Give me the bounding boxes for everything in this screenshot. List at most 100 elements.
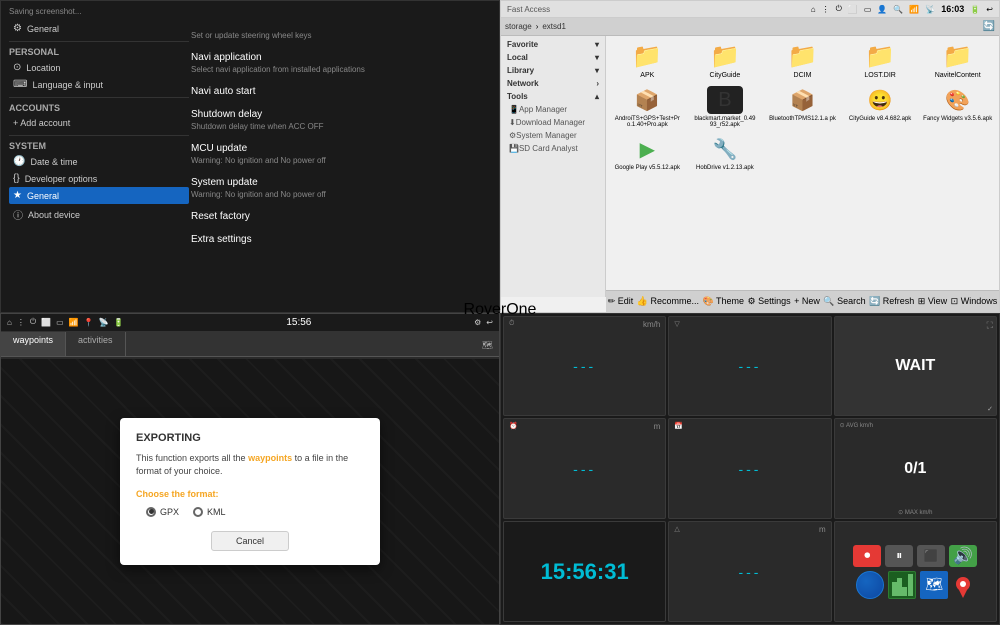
settings-navi-app: Navi application Select navi application… — [191, 52, 495, 74]
settings-about[interactable]: ⓘ About device — [9, 204, 189, 225]
dash-alt: ⏰ m --- — [503, 418, 666, 519]
sidebar-system-manager[interactable]: ⚙System Manager — [501, 129, 605, 142]
file-androits-apk[interactable]: 📦 AndroiTS+GPS+Test+Pr o.1.40+Pro.apk — [610, 84, 685, 130]
files-icon-screen[interactable]: ▭ — [864, 5, 872, 14]
record-button[interactable]: ⏺ — [853, 545, 881, 567]
pin-icon[interactable] — [952, 572, 974, 598]
alt-unit: m — [654, 422, 661, 431]
dialog-title: EXPORTING — [136, 432, 364, 444]
clock-icon: 🕐 — [13, 156, 25, 167]
nav-tab-icons: 🗺 — [476, 332, 499, 356]
format-kml-option[interactable]: KML — [193, 507, 226, 517]
format-kml-label: KML — [207, 507, 226, 517]
system-section-title: SYSTEM — [9, 141, 189, 151]
divider-personal — [9, 41, 189, 42]
file-navitel-folder[interactable]: 📁 NavitelContent — [920, 40, 995, 81]
settings-extra: Extra settings — [191, 234, 495, 245]
dash-wait: WAIT ⛶ ✓ — [834, 316, 997, 417]
nav-tabs: waypoints activities 🗺 — [1, 332, 499, 357]
files-icon-back[interactable]: ↩ — [986, 5, 993, 14]
sidebar-favorite[interactable]: Favorite ▾ — [501, 38, 605, 51]
sidebar-app-manager[interactable]: 📱App Manager — [501, 103, 605, 116]
keyboard-icon: ⌨ — [13, 79, 27, 90]
file-cityguide-folder[interactable]: 📁 CityGuide — [688, 40, 763, 81]
alt-icon-label: ⏰ — [509, 422, 518, 430]
chart-bar-3 — [902, 587, 907, 596]
settings-developer[interactable]: {} Developer options — [9, 170, 189, 187]
files-icon-copy[interactable]: ⬜ — [848, 5, 858, 14]
stop-button[interactable]: ⬛ — [917, 545, 945, 567]
dialog-body: This function exports all the waypoints … — [136, 452, 364, 479]
radio-kml-dot[interactable] — [193, 507, 203, 517]
breadcrumb-extsd[interactable]: extsd1 — [542, 22, 566, 31]
divider-system — [9, 135, 189, 136]
files-main-area: Favorite ▾ Local ▾ Library ▾ Network › T… — [501, 36, 999, 297]
file-hobdrive-apk[interactable]: 🔧 HobDrive v1.2.13.apk — [688, 133, 763, 173]
files-icon-signal[interactable]: 📶 — [909, 5, 919, 14]
file-fancy-apk[interactable]: 🎨 Fancy Widgets v3.5.6.apk — [920, 84, 995, 130]
dash-direction: 📅 --- — [668, 418, 831, 519]
breadcrumb-refresh-icon[interactable]: 🔄 — [983, 21, 995, 32]
volume-button[interactable]: 🔊 — [949, 545, 977, 567]
time-display: 15:56:31 — [541, 559, 629, 585]
panel-dashboard: ⏱ km/h --- ▽ --- WAIT ⛶ ✓ ⏰ m --- 📅 --- … — [500, 313, 1000, 625]
tab-activities[interactable]: activities — [66, 332, 126, 356]
speed-value: --- — [573, 358, 596, 374]
avg-label: ⊙ AVG km/h — [840, 422, 873, 429]
settings-add-account[interactable]: + Add account — [9, 115, 189, 131]
max-label: ⊙ MAX km/h — [898, 509, 932, 516]
chevron-right-icon: › — [596, 79, 599, 88]
dash-time: 15:56:31 — [503, 521, 666, 622]
files-icon-menu[interactable]: ⋮ — [822, 5, 830, 14]
file-bluetooth-apk[interactable]: 📦 BluetoothTPMS12.1.a pk — [765, 84, 840, 130]
files-top-bar: Fast Access ⌂ ⋮ ⏻ ⬜ ▭ 👤 🔍 📶 📡 16:03 🔋 ↩ — [501, 1, 999, 18]
tab-waypoints[interactable]: waypoints — [1, 332, 66, 356]
settings-datetime[interactable]: 🕐 Date & time — [9, 153, 189, 170]
format-gpx-option[interactable]: GPX — [146, 507, 179, 517]
globe-icon[interactable] — [856, 571, 884, 599]
apk-icon: 🔧 — [707, 135, 743, 163]
triangle-icon: △ — [674, 525, 679, 533]
dash-speed: ⏱ km/h --- — [503, 316, 666, 417]
dash-score: ⊙ AVG km/h 0/1 ⊙ MAX km/h — [834, 418, 997, 519]
sidebar-local[interactable]: Local ▾ — [501, 51, 605, 64]
star-icon: ★ — [13, 190, 22, 201]
sidebar-sd-analyst[interactable]: 💾SD Card Analyst — [501, 142, 605, 155]
file-lostdir-folder[interactable]: 📁 LOST.DIR — [843, 40, 918, 81]
settings-navi-auto: Navi auto start — [191, 86, 495, 97]
sidebar-library[interactable]: Library ▾ — [501, 64, 605, 77]
direction-icon-label: 📅 — [674, 422, 683, 430]
sidebar-download-manager[interactable]: ⬇Download Manager — [501, 116, 605, 129]
settings-general-active[interactable]: ★ General — [9, 187, 189, 204]
file-cityguide-apk[interactable]: 😀 CityGuide v8.4.682.apk — [843, 84, 918, 130]
sidebar-tools[interactable]: Tools ▴ — [501, 90, 605, 103]
settings-gear-item[interactable]: ⚙ General — [9, 20, 189, 37]
radio-gpx-dot[interactable] — [146, 507, 156, 517]
file-blackmart-apk[interactable]: B blackmart.market_0.49 93_r52.apk — [688, 84, 763, 130]
file-dcim-folder[interactable]: 📁 DCIM — [765, 40, 840, 81]
panel-nav: ⌂ ⋮ ⏻ ⬜ ▭ 📶 📍 📡 🔋 15:56 ⚙ ↩ waypoints ac… — [0, 313, 500, 625]
file-apk-folder[interactable]: 📁 APK — [610, 40, 685, 81]
settings-language[interactable]: ⌨ Language & input — [9, 76, 189, 93]
files-icon-wifi: 📡 — [925, 5, 935, 14]
files-icon-search[interactable]: 🔍 — [893, 5, 903, 14]
settings-reset: Reset factory — [191, 211, 495, 222]
files-icon-people[interactable]: 👤 — [877, 5, 887, 14]
chart-icon[interactable] — [888, 571, 916, 599]
folder-icon: 📁 — [862, 42, 898, 70]
file-gplay-apk[interactable]: ▶ Google Play v5.5.12.apk — [610, 133, 685, 173]
brand-logo: RoverOne — [464, 301, 537, 319]
settings-location[interactable]: ⊙ Location — [9, 59, 189, 76]
files-icon-home[interactable]: ⌂ — [811, 5, 816, 14]
map-icon[interactable]: 🗺 — [920, 571, 948, 599]
nav-map-icon[interactable]: 🗺 — [482, 340, 493, 350]
pause-button[interactable]: ⏸ — [885, 545, 913, 567]
panel-files: Fast Access ⌂ ⋮ ⏻ ⬜ ▭ 👤 🔍 📶 📡 16:03 🔋 ↩ … — [500, 0, 1000, 313]
dash-controls: ⏺ ⏸ ⬛ 🔊 🗺 — [834, 521, 997, 622]
triangle-value: --- — [738, 564, 761, 580]
cancel-button[interactable]: Cancel — [211, 531, 289, 551]
breadcrumb-storage[interactable]: storage — [505, 22, 532, 31]
files-icon-power[interactable]: ⏻ — [836, 4, 842, 14]
files-sidebar: Favorite ▾ Local ▾ Library ▾ Network › T… — [501, 36, 606, 297]
sidebar-network[interactable]: Network › — [501, 77, 605, 90]
